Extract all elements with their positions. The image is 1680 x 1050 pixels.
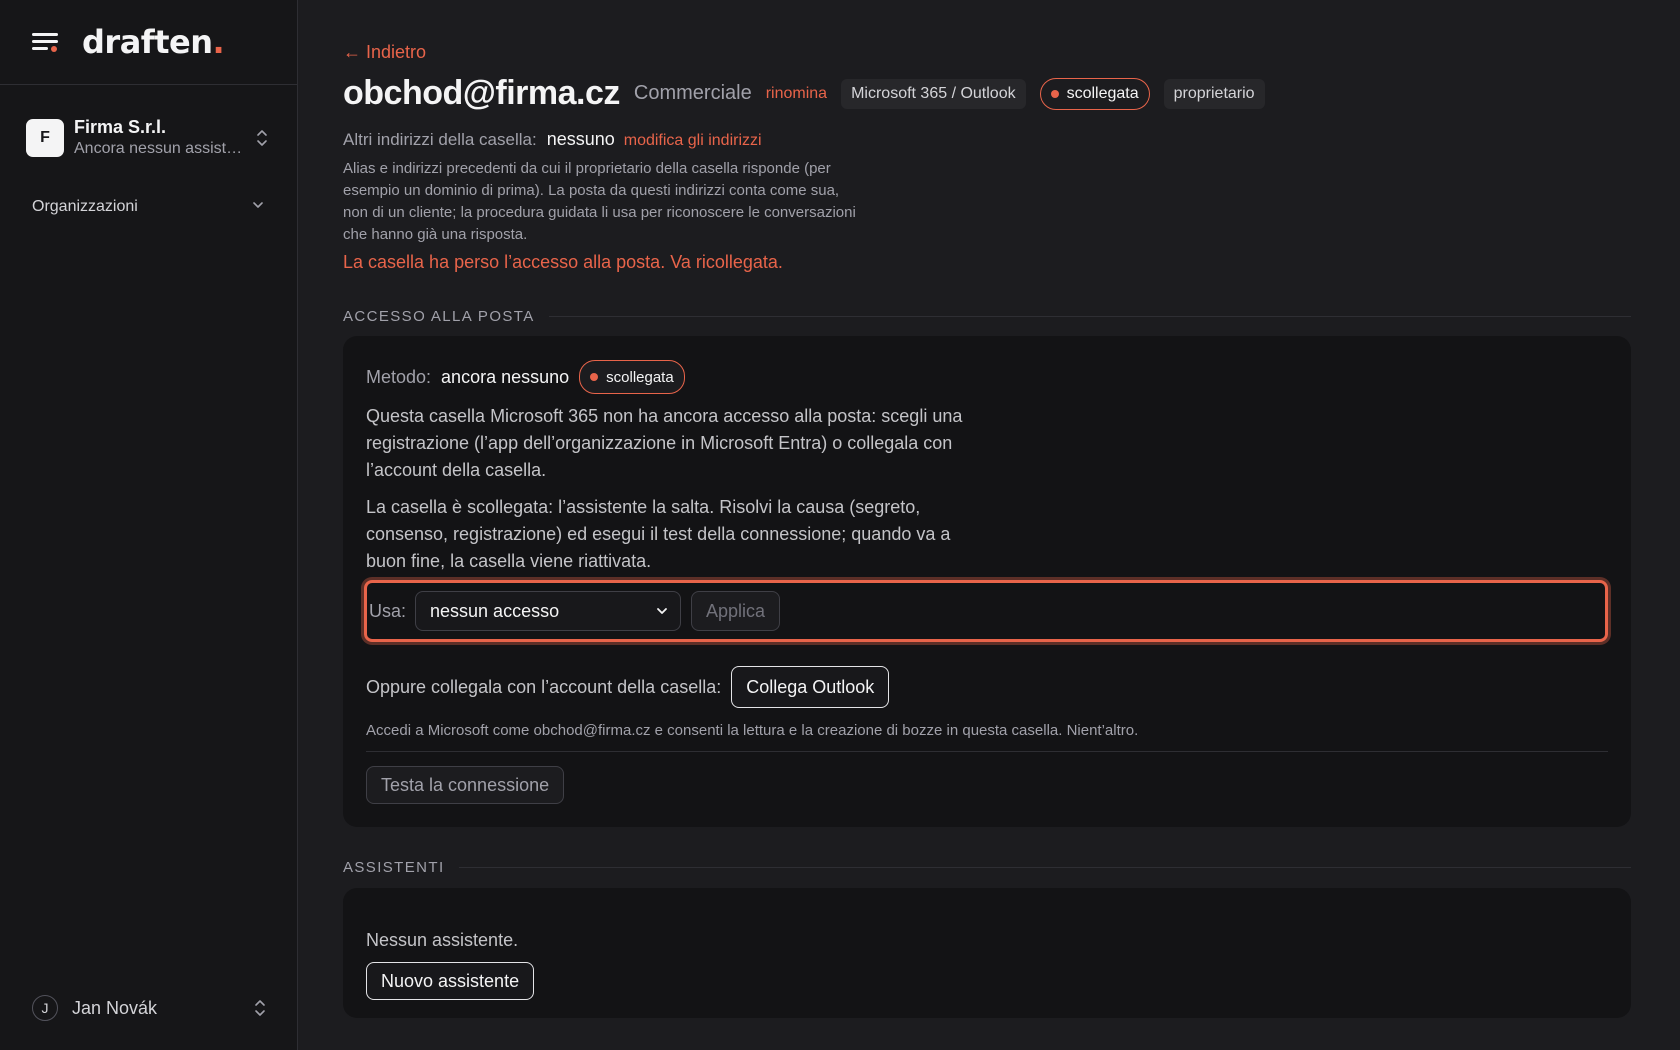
connect-outlook-button[interactable]: Collega Outlook xyxy=(731,666,890,708)
status-badge: scollegata xyxy=(579,360,685,394)
sidebar-item-organizations[interactable]: Organizzazioni xyxy=(32,198,264,216)
section-title: ACCESSO ALLA POSTA xyxy=(343,308,535,325)
disconnected-explanation: La casella è scollegata: l’assistente la… xyxy=(366,497,951,571)
chevron-up-down-icon xyxy=(256,128,268,148)
page-title: obchod@firma.cz xyxy=(343,74,620,112)
logo[interactable]: draften. xyxy=(82,23,225,61)
new-assistant-button[interactable]: Nuovo assistente xyxy=(366,962,535,1000)
user-menu[interactable]: J Jan Novák xyxy=(32,994,266,1022)
divider xyxy=(458,867,1631,868)
error-message: La casella ha perso l’accesso alla posta… xyxy=(343,252,783,272)
sidebar: draften. F Firma S.r.l. Ancora nessun as… xyxy=(0,0,298,1050)
chevron-down-icon xyxy=(656,601,668,622)
aliases-value: nessuno xyxy=(546,129,615,149)
access-selector-row: Usa: nessun accesso Applica xyxy=(364,580,1608,642)
org-subtitle: Ancora nessun assistente xyxy=(74,140,244,157)
mailbox-label: Commerciale xyxy=(633,82,752,104)
test-connection-button[interactable]: Testa la connessione xyxy=(366,766,565,804)
apply-button[interactable]: Applica xyxy=(691,591,781,631)
app: draften. F Firma S.r.l. Ancora nessun as… xyxy=(0,0,1680,1050)
method-label: Metodo: xyxy=(366,366,432,387)
status-badge-label: scollegata xyxy=(1066,84,1139,102)
status-dot-icon xyxy=(590,373,599,381)
role-badge: proprietario xyxy=(1163,78,1265,109)
menu-icon[interactable] xyxy=(32,31,60,53)
logo-dot: . xyxy=(212,23,225,61)
aliases-help-text: Alias e indirizzi precedenti da cui il p… xyxy=(343,160,856,243)
logo-text: draften xyxy=(82,23,213,61)
mail-access-card: Metodo: ancora nessuno scollegata Questa… xyxy=(343,336,1631,827)
connect-label: Oppure collegala con l’account della cas… xyxy=(366,676,722,697)
section-title: ASSISTENTI xyxy=(343,859,445,876)
connect-note: Accedi a Microsoft come obchod@firma.cz … xyxy=(366,722,1139,739)
divider xyxy=(548,316,1631,317)
org-avatar: F xyxy=(26,119,64,157)
section-heading-assistants: ASSISTENTI xyxy=(343,859,1631,876)
divider xyxy=(366,751,1608,752)
main-content: ← Indietro obchod@firma.cz Commerciale r… xyxy=(298,0,1680,1050)
description-text: Questa casella Microsoft 365 non ha anco… xyxy=(366,406,963,480)
avatar: J xyxy=(32,995,58,1021)
aliases-label: Altri indirizzi della casella: xyxy=(343,130,537,149)
assistants-card: Nessun assistente. Nuovo assistente xyxy=(343,888,1631,1018)
select-value: nessun accesso xyxy=(430,600,560,621)
status-badge-label: scollegata xyxy=(606,368,674,386)
status-dot-icon xyxy=(1050,89,1059,98)
sidebar-item-label: Organizzazioni xyxy=(32,198,138,215)
rename-link[interactable]: rinomina xyxy=(766,85,827,103)
connect-row: Oppure collegala con l’account della cas… xyxy=(366,666,890,708)
provider-badge: Microsoft 365 / Outlook xyxy=(841,78,1026,109)
edit-aliases-link[interactable]: modifica gli indirizzi xyxy=(624,132,762,150)
method-row: Metodo: ancora nessuno scollegata xyxy=(366,360,685,394)
user-name: Jan Novák xyxy=(72,997,158,1018)
access-method-select[interactable]: nessun accesso xyxy=(415,591,682,631)
section-heading-mail-access: ACCESSO ALLA POSTA xyxy=(343,308,1631,325)
empty-state-text: Nessun assistente. xyxy=(366,930,519,950)
page-header: obchod@firma.cz Commerciale rinomina Mic… xyxy=(343,74,1265,113)
chevron-up-down-icon xyxy=(254,998,266,1018)
method-value: ancora nessuno xyxy=(441,366,570,387)
aliases-row: Altri indirizzi della casella: nessuno m… xyxy=(343,129,762,150)
sidebar-header: draften. xyxy=(0,0,297,85)
use-label: Usa: xyxy=(369,600,407,621)
back-link[interactable]: ← Indietro xyxy=(343,42,426,63)
chevron-down-icon xyxy=(252,198,264,216)
status-badge: scollegata xyxy=(1039,77,1150,110)
org-switcher[interactable]: F Firma S.r.l. Ancora nessun assistente xyxy=(26,112,274,164)
org-name: Firma S.r.l. xyxy=(74,117,167,137)
